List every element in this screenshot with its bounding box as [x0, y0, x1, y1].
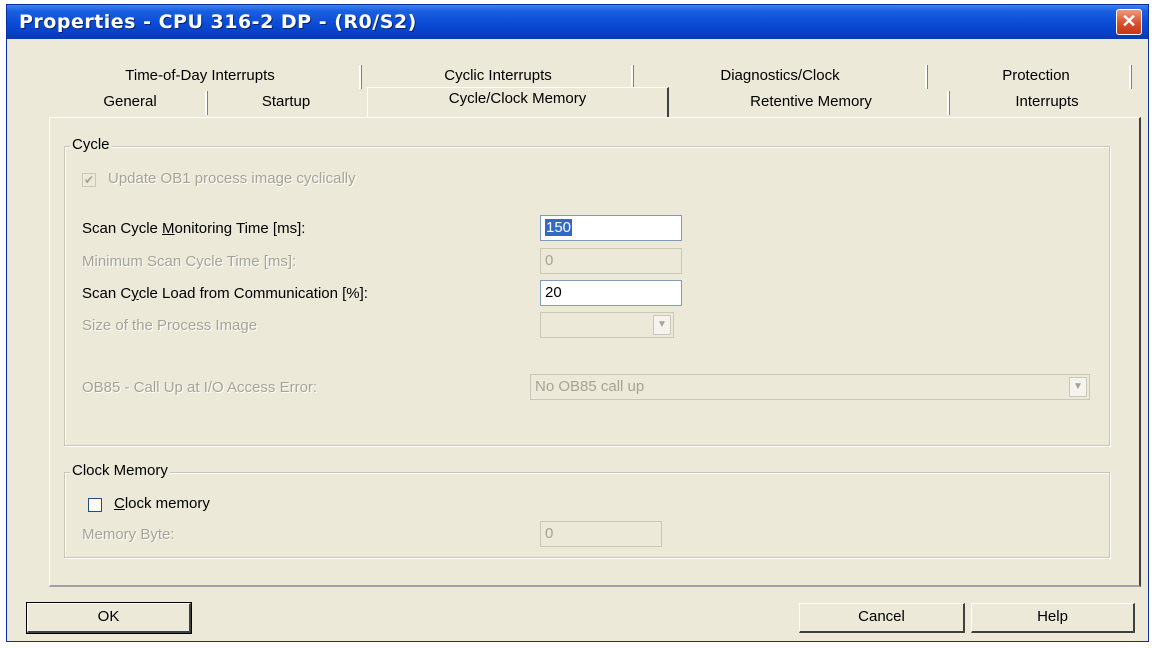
min-scan-label: Minimum Scan Cycle Time [ms]: [82, 253, 297, 270]
update-ob1-label: Update OB1 process image cyclically [108, 170, 356, 187]
tab-divider [359, 65, 362, 89]
ok-button[interactable]: OK [26, 602, 192, 634]
close-icon: ✕ [1121, 11, 1137, 31]
help-button[interactable]: Help [971, 603, 1135, 633]
tab-divider [925, 65, 928, 89]
scan-monitoring-label: Scan Cycle Monitoring Time [ms]: [82, 220, 306, 237]
process-image-select[interactable]: ▼ [540, 312, 674, 338]
close-button[interactable]: ✕ [1116, 9, 1142, 35]
cycle-group-title: Cycle [70, 136, 112, 153]
scan-monitoring-input[interactable]: 150 [540, 215, 682, 241]
tab-retentive-memory[interactable]: Retentive Memory [675, 91, 947, 115]
chevron-down-icon[interactable]: ▼ [1069, 377, 1087, 397]
tab-divider [205, 91, 208, 115]
tab-protection[interactable]: Protection [931, 65, 1141, 89]
ob85-label: OB85 - Call Up at I/O Access Error: [82, 379, 318, 396]
tab-divider [947, 91, 950, 115]
cancel-button[interactable]: Cancel [799, 603, 965, 633]
tab-panel: Cycle ✔ Update OB1 process image cyclica… [49, 117, 1141, 587]
tab-cyclic-interrupts[interactable]: Cyclic Interrupts [367, 65, 629, 89]
memory-byte-label: Memory Byte: [82, 526, 175, 543]
memory-byte-input[interactable]: 0 [540, 521, 662, 547]
tab-divider [631, 65, 634, 89]
window-title: Properties - CPU 316-2 DP - (R0/S2) [19, 11, 417, 33]
tab-time-of-day-interrupts[interactable]: Time-of-Day Interrupts [65, 65, 335, 89]
check-icon: ✔ [83, 173, 95, 187]
tab-interrupts[interactable]: Interrupts [953, 91, 1141, 115]
clock-memory-label: Clock memory [114, 495, 210, 512]
process-image-label: Size of the Process Image [82, 317, 258, 334]
clock-memory-group-title: Clock Memory [70, 462, 170, 479]
tab-diagnostics-clock[interactable]: Diagnostics/Clock [639, 65, 921, 89]
properties-dialog: Properties - CPU 316-2 DP - (R0/S2) ✕ Ti… [6, 4, 1149, 642]
tab-general[interactable]: General [55, 91, 205, 115]
update-ob1-checkbox[interactable]: ✔ [82, 173, 96, 187]
min-scan-input[interactable]: 0 [540, 248, 682, 274]
tab-cycle-clock-memory[interactable]: Cycle/Clock Memory [367, 87, 669, 117]
tab-startup[interactable]: Startup [211, 91, 361, 115]
tab-divider [1129, 65, 1132, 89]
chevron-down-icon[interactable]: ▼ [653, 315, 671, 335]
load-comm-input[interactable]: 20 [540, 280, 682, 306]
clock-memory-checkbox[interactable] [88, 498, 102, 512]
load-comm-label: Scan Cycle Load from Communication [%]: [82, 285, 368, 302]
ob85-select[interactable]: No OB85 call up ▼ [530, 374, 1090, 400]
title-bar[interactable]: Properties - CPU 316-2 DP - (R0/S2) ✕ [7, 5, 1148, 39]
